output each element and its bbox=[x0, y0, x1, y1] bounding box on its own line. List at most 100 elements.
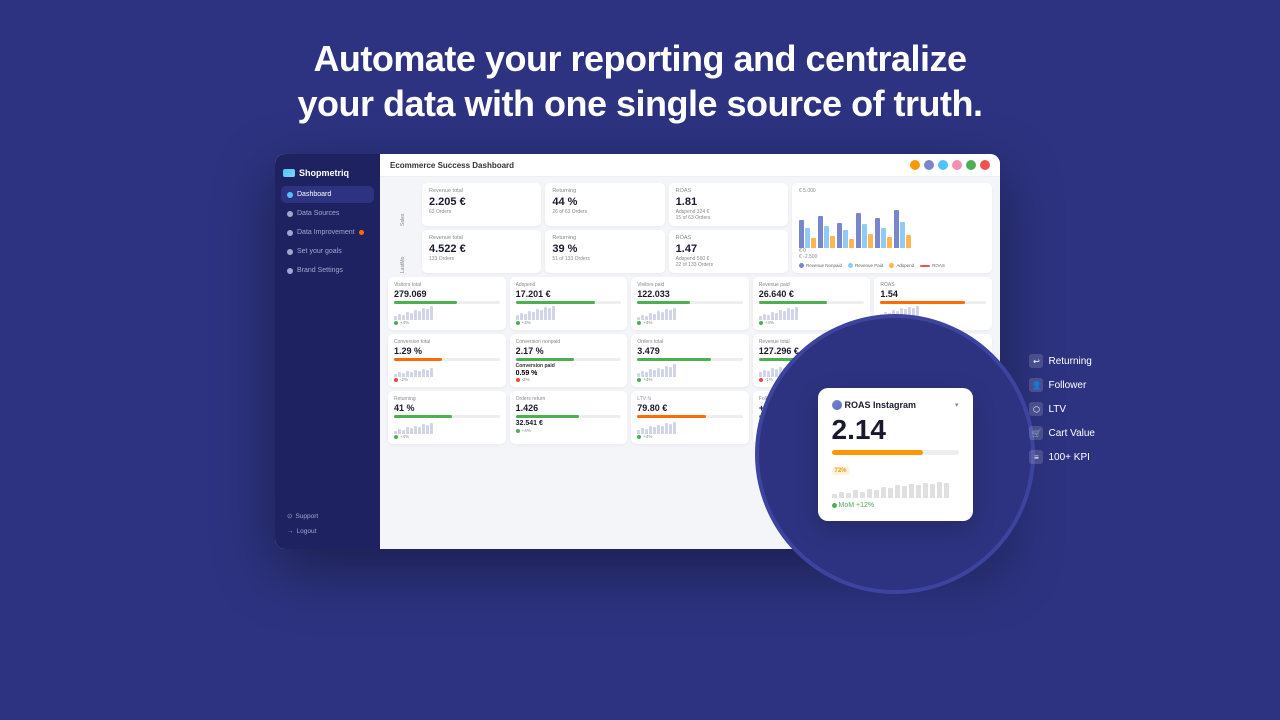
metric-value: 17.201 € bbox=[516, 289, 622, 299]
conv-paid-label: Conversion paid bbox=[516, 363, 622, 369]
metric-bar bbox=[637, 415, 706, 418]
hero-headline: Automate your reporting and centralize y… bbox=[197, 0, 1082, 150]
kpi-sub: 63 Orders bbox=[429, 209, 534, 215]
kpi-icon: ≡ bbox=[1029, 450, 1043, 464]
metric-trend: +4% bbox=[516, 320, 622, 325]
sparkline bbox=[516, 306, 622, 320]
metric-value: 122.033 bbox=[637, 289, 743, 299]
bar-revenue-nonpaid bbox=[856, 213, 861, 248]
kpi-value: 39 % bbox=[552, 243, 657, 255]
mom-dot bbox=[832, 503, 837, 508]
metric-bar bbox=[637, 301, 690, 304]
bar-adspend bbox=[830, 236, 835, 248]
bar-chart bbox=[799, 198, 985, 248]
metric-bar bbox=[394, 358, 442, 361]
metric-label: Adspend bbox=[516, 282, 622, 288]
metric-trend: -2% bbox=[394, 377, 500, 382]
metric-bar bbox=[516, 301, 595, 304]
kpi-label: Returning bbox=[552, 188, 657, 194]
metric-trend: +4% bbox=[637, 434, 743, 439]
roas-mom: MoM +12% bbox=[832, 502, 959, 509]
kpi-label: ROAS bbox=[676, 188, 781, 194]
metric-ltv: LTV ℕ 79.80 € +4% bbox=[631, 391, 749, 444]
sparkline bbox=[637, 363, 743, 377]
metric-trend: +4% bbox=[394, 320, 500, 325]
icon-circle-purple bbox=[924, 160, 934, 170]
metric-returning: Returning 41 % +4% bbox=[388, 391, 506, 444]
sidebar-support[interactable]: ⊙Support bbox=[281, 508, 374, 524]
kpi-row-2: LastMo Revenue total 4.522 € 133 Orders … bbox=[388, 230, 788, 273]
bar-adspend bbox=[811, 238, 816, 248]
bar-group-5 bbox=[875, 218, 892, 248]
legend-roas: ROAS bbox=[920, 263, 945, 268]
row-label-sales: Sales bbox=[388, 183, 418, 226]
sparkline bbox=[637, 420, 743, 434]
metric-bar bbox=[516, 358, 574, 361]
roas-bar-pct: 72% bbox=[832, 467, 850, 475]
metric-bar bbox=[516, 415, 579, 418]
icon-circle-blue bbox=[938, 160, 948, 170]
sidebar: Shopmetriq Dashboard Data Sources Data I… bbox=[275, 154, 380, 549]
bar-adspend bbox=[868, 234, 873, 248]
bar-revenue-nonpaid bbox=[875, 218, 880, 248]
sidebar-item-brandsettings[interactable]: Brand Settings bbox=[281, 262, 374, 279]
metric-label: Returning bbox=[394, 396, 500, 402]
sidebar-logo: Shopmetriq bbox=[275, 164, 380, 186]
sidebar-item-datasources[interactable]: Data Sources bbox=[281, 205, 374, 222]
icon-circle-pink bbox=[952, 160, 962, 170]
kpi-value: 44 % bbox=[552, 196, 657, 208]
follower-icon: 👤 bbox=[1029, 378, 1043, 392]
kpi-left: Sales Revenue total 2.205 € 63 Orders Re… bbox=[388, 183, 788, 273]
bar-group-2 bbox=[818, 216, 835, 248]
kpi-top-section: Sales Revenue total 2.205 € 63 Orders Re… bbox=[388, 183, 992, 273]
chart-y-label: € 5.000 bbox=[799, 188, 985, 194]
metric-value: 1.29 % bbox=[394, 346, 500, 356]
bar-chart-card: € 5.000 bbox=[792, 183, 992, 273]
metric-trend: +4% bbox=[516, 428, 622, 433]
metric-value: 279.069 bbox=[394, 289, 500, 299]
chart-legend: Revenue Nonpaid Revenue Paid Adspend bbox=[799, 263, 985, 268]
roas-bar-fill bbox=[832, 450, 923, 455]
kpi-row-1: Sales Revenue total 2.205 € 63 Orders Re… bbox=[388, 183, 788, 226]
kpi-value: 1.47 bbox=[676, 243, 781, 255]
metric-visitors-total: Visitors total 279.069 +4% bbox=[388, 277, 506, 330]
top-bar: Ecommerce Success Dashboard bbox=[380, 154, 1000, 177]
bar-group-4 bbox=[856, 213, 873, 248]
legend-dot bbox=[799, 263, 804, 268]
metric-bar bbox=[394, 301, 457, 304]
kpi-sub: Adspend 324 € 15 of 63 Orders bbox=[676, 209, 781, 221]
roas-value: 2.14 bbox=[832, 416, 959, 444]
sidebar-item-dashboard[interactable]: Dashboard bbox=[281, 186, 374, 203]
legend-dot bbox=[889, 263, 894, 268]
roas-icon bbox=[832, 400, 842, 410]
legend-revenue-paid: Revenue Paid bbox=[848, 263, 883, 268]
dashboard-wrapper: Shopmetriq Dashboard Data Sources Data I… bbox=[275, 154, 1005, 564]
sidebar-item-goals[interactable]: Set your goals bbox=[281, 243, 374, 260]
kpi-returning-2: Returning 39 % 51 of 133 Orders bbox=[545, 230, 664, 273]
kpi-revenue-total: Revenue total 2.205 € 63 Orders bbox=[422, 183, 541, 226]
metric-value: 1.426 bbox=[516, 403, 622, 413]
sparkline bbox=[394, 306, 500, 320]
metric-trend: +4% bbox=[637, 320, 743, 325]
bar-revenue-paid bbox=[805, 228, 810, 248]
metric-bar bbox=[637, 358, 711, 361]
metric-label: LTV ℕ bbox=[637, 396, 743, 402]
floating-labels: ↩ Returning 👤 Follower ⬡ LTV 🛒 Cart Valu… bbox=[1029, 354, 1095, 464]
bar-revenue-paid bbox=[900, 222, 905, 248]
sparkline bbox=[394, 420, 500, 434]
metric-label: ROAS bbox=[880, 282, 986, 288]
metric-value: 41 % bbox=[394, 403, 500, 413]
icon-circle-red bbox=[980, 160, 990, 170]
metric-visitors-paid: Visitors paid 122.033 +4% bbox=[631, 277, 749, 330]
metric-value: 1.54 bbox=[880, 289, 986, 299]
kpi-label: Revenue total bbox=[429, 235, 534, 241]
top-bar-icons bbox=[910, 160, 990, 170]
cart-icon: 🛒 bbox=[1029, 426, 1043, 440]
kpi-value: 4.522 € bbox=[429, 243, 534, 255]
float-label-kpi: ≡ 100+ KPI bbox=[1029, 450, 1095, 464]
sidebar-logout[interactable]: →Logout bbox=[281, 524, 374, 539]
float-label-returning: ↩ Returning bbox=[1029, 354, 1095, 368]
legend-dot bbox=[848, 263, 853, 268]
metric-value: 3.479 bbox=[637, 346, 743, 356]
sidebar-item-dataimprovement[interactable]: Data Improvement bbox=[281, 224, 374, 241]
